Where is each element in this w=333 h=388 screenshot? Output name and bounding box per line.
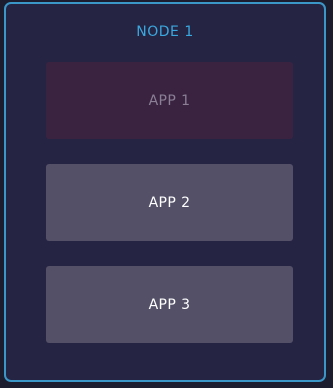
app-2-box[interactable]: APP 2 xyxy=(46,164,293,241)
node-1-container: NODE 1 APP 1 APP 2 APP 3 xyxy=(4,2,326,382)
app-3-label: APP 3 xyxy=(148,296,191,313)
node-title: NODE 1 xyxy=(136,24,194,40)
app-3-box[interactable]: APP 3 xyxy=(46,266,293,343)
app-2-label: APP 2 xyxy=(148,194,191,211)
app-1-label: APP 1 xyxy=(148,92,191,109)
app-1-box[interactable]: APP 1 xyxy=(46,62,293,139)
